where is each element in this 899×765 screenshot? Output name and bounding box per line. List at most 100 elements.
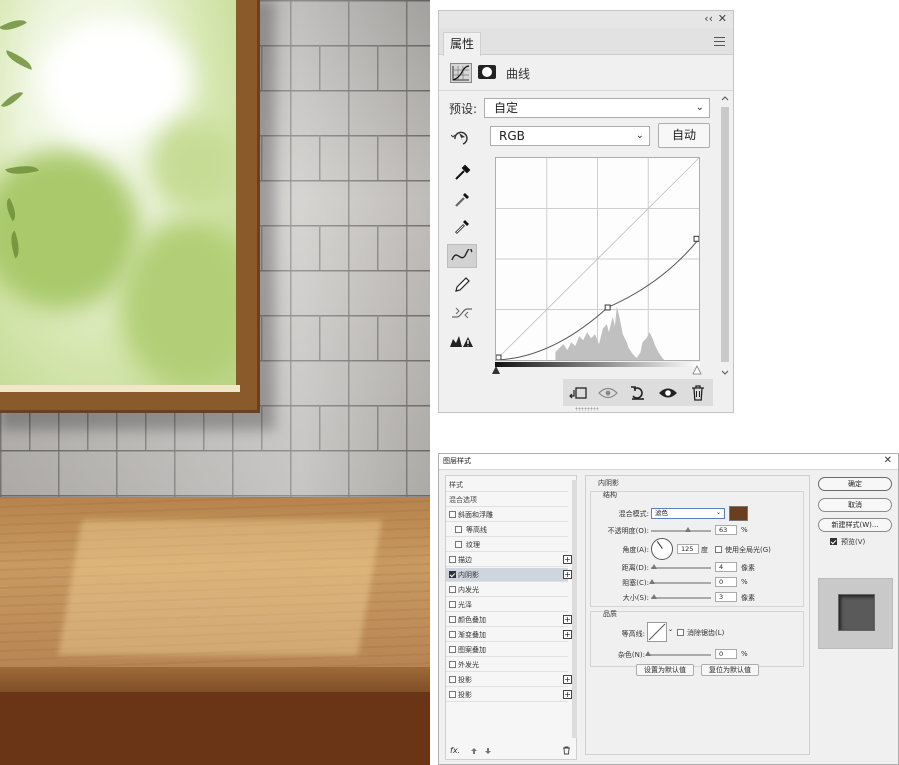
add-effect-icon[interactable]: + [563,675,572,684]
shadow-color-swatch[interactable] [729,506,748,521]
gray-point-eyedropper-icon[interactable] [447,188,477,212]
move-down-icon[interactable] [484,747,492,755]
opacity-slider[interactable] [651,527,711,532]
effect-checkbox[interactable] [455,526,462,533]
size-unit: 像素 [741,594,755,602]
collapse-icon[interactable]: ‹‹ [704,12,713,25]
scroll-up-icon[interactable] [719,93,731,103]
mask-icon[interactable] [478,65,496,79]
ok-button[interactable]: 确定 [818,477,892,491]
contour-picker[interactable] [647,622,667,642]
black-input-slider-icon[interactable] [491,365,501,375]
visibility-icon[interactable] [653,379,683,406]
add-effect-icon[interactable]: + [563,630,572,639]
white-input-slider-icon[interactable] [692,365,702,375]
reset-default-button[interactable]: 复位为默认值 [701,664,759,676]
distance-field[interactable]: 4 [715,562,737,572]
effect-item[interactable]: 投影 + [446,673,572,687]
effect-item[interactable]: 样式 [446,478,568,492]
smooth-curve-icon[interactable] [447,301,477,325]
preview-checkbox[interactable] [830,538,837,545]
make-default-button[interactable]: 设置为默认值 [636,664,694,676]
clipping-warning-icon[interactable] [447,329,477,353]
edit-points-curve-icon[interactable] [447,244,477,268]
curve-control-point[interactable] [496,354,502,360]
effect-checkbox[interactable] [449,511,456,518]
white-point-eyedropper-icon[interactable] [447,215,477,239]
noise-field[interactable]: 0 [715,649,737,659]
pencil-draw-icon[interactable] [447,273,477,297]
add-effect-icon[interactable]: + [563,615,572,624]
choke-field[interactable]: 0 [715,577,737,587]
chevron-down-icon[interactable]: ⌄ [668,626,673,633]
distance-slider[interactable] [651,564,711,569]
resize-grip[interactable] [575,407,599,411]
effect-item[interactable]: 混合选项 [446,493,568,507]
angle-field[interactable]: 125 [677,544,699,554]
effect-item[interactable]: 内发光 [446,583,568,597]
antialias-checkbox[interactable] [677,629,684,636]
effect-checkbox[interactable] [449,556,456,563]
noise-slider[interactable] [645,651,711,656]
input-gradient-bar [495,362,700,367]
curves-adjustment-icon[interactable] [450,63,472,83]
add-effect-icon[interactable]: + [563,570,572,579]
effect-checkbox[interactable] [449,571,456,578]
panel-scrollbar[interactable] [719,93,731,378]
preset-dropdown[interactable]: 自定 ⌄ [484,98,710,118]
effect-checkbox[interactable] [449,676,456,683]
size-slider[interactable] [651,594,711,599]
effects-footer: fx. [446,746,576,760]
effect-item[interactable]: 图案叠加 [446,643,568,657]
angle-dial[interactable] [651,538,673,560]
effect-item[interactable]: 内阴影 + [446,568,572,582]
effect-item[interactable]: 外发光 [446,658,568,672]
on-image-adjust-icon[interactable] [450,127,473,147]
channel-dropdown[interactable]: RGB ⌄ [490,126,650,146]
tab-properties[interactable]: 属性 [443,32,481,56]
effect-item[interactable]: 描边 + [446,553,572,567]
black-point-eyedropper-icon[interactable] [447,161,477,185]
effect-checkbox[interactable] [449,586,456,593]
effects-scrollbar[interactable] [572,480,577,738]
scroll-down-icon[interactable] [719,368,731,378]
effect-item[interactable]: 光泽 [446,598,568,612]
view-previous-state-icon[interactable] [593,379,623,406]
fx-menu-button[interactable]: fx. [450,746,460,755]
cancel-button[interactable]: 取消 [818,498,892,512]
close-icon[interactable]: ✕ [718,12,727,25]
effect-item[interactable]: 纹理 [446,538,568,552]
effect-item[interactable]: 渐变叠加 + [446,628,572,642]
auto-button[interactable]: 自动 [658,123,710,148]
reset-icon[interactable] [623,379,653,406]
close-icon[interactable]: ✕ [884,455,892,466]
global-light-checkbox[interactable] [715,546,722,553]
effect-item[interactable]: 颜色叠加 + [446,613,572,627]
new-style-button[interactable]: 新建样式(W)... [818,518,892,532]
size-field[interactable]: 3 [715,592,737,602]
clip-to-layer-icon[interactable] [563,379,593,406]
effect-item[interactable]: 斜面和浮雕 [446,508,568,522]
delete-effect-icon[interactable] [562,746,571,755]
effect-checkbox[interactable] [455,541,462,548]
effect-checkbox[interactable] [449,631,456,638]
effect-item[interactable]: 等高线 [446,523,568,537]
effect-checkbox[interactable] [449,661,456,668]
opacity-field[interactable]: 63 [715,525,737,535]
add-effect-icon[interactable]: + [563,690,572,699]
effect-checkbox[interactable] [449,691,456,698]
curve-control-point[interactable] [693,235,699,242]
effect-checkbox[interactable] [449,601,456,608]
curve-control-point[interactable] [604,304,611,311]
effect-item[interactable]: 投影 + [446,688,572,702]
move-up-icon[interactable] [470,747,478,755]
effect-checkbox[interactable] [449,646,456,653]
blend-mode-dropdown[interactable]: 滤色 ⌄ [651,508,725,519]
curves-graph[interactable] [495,157,700,361]
scroll-thumb[interactable] [721,107,729,362]
delete-icon[interactable] [683,379,713,406]
panel-menu-icon[interactable] [714,37,725,46]
add-effect-icon[interactable]: + [563,555,572,564]
effect-checkbox[interactable] [449,616,456,623]
choke-slider[interactable] [649,579,711,584]
